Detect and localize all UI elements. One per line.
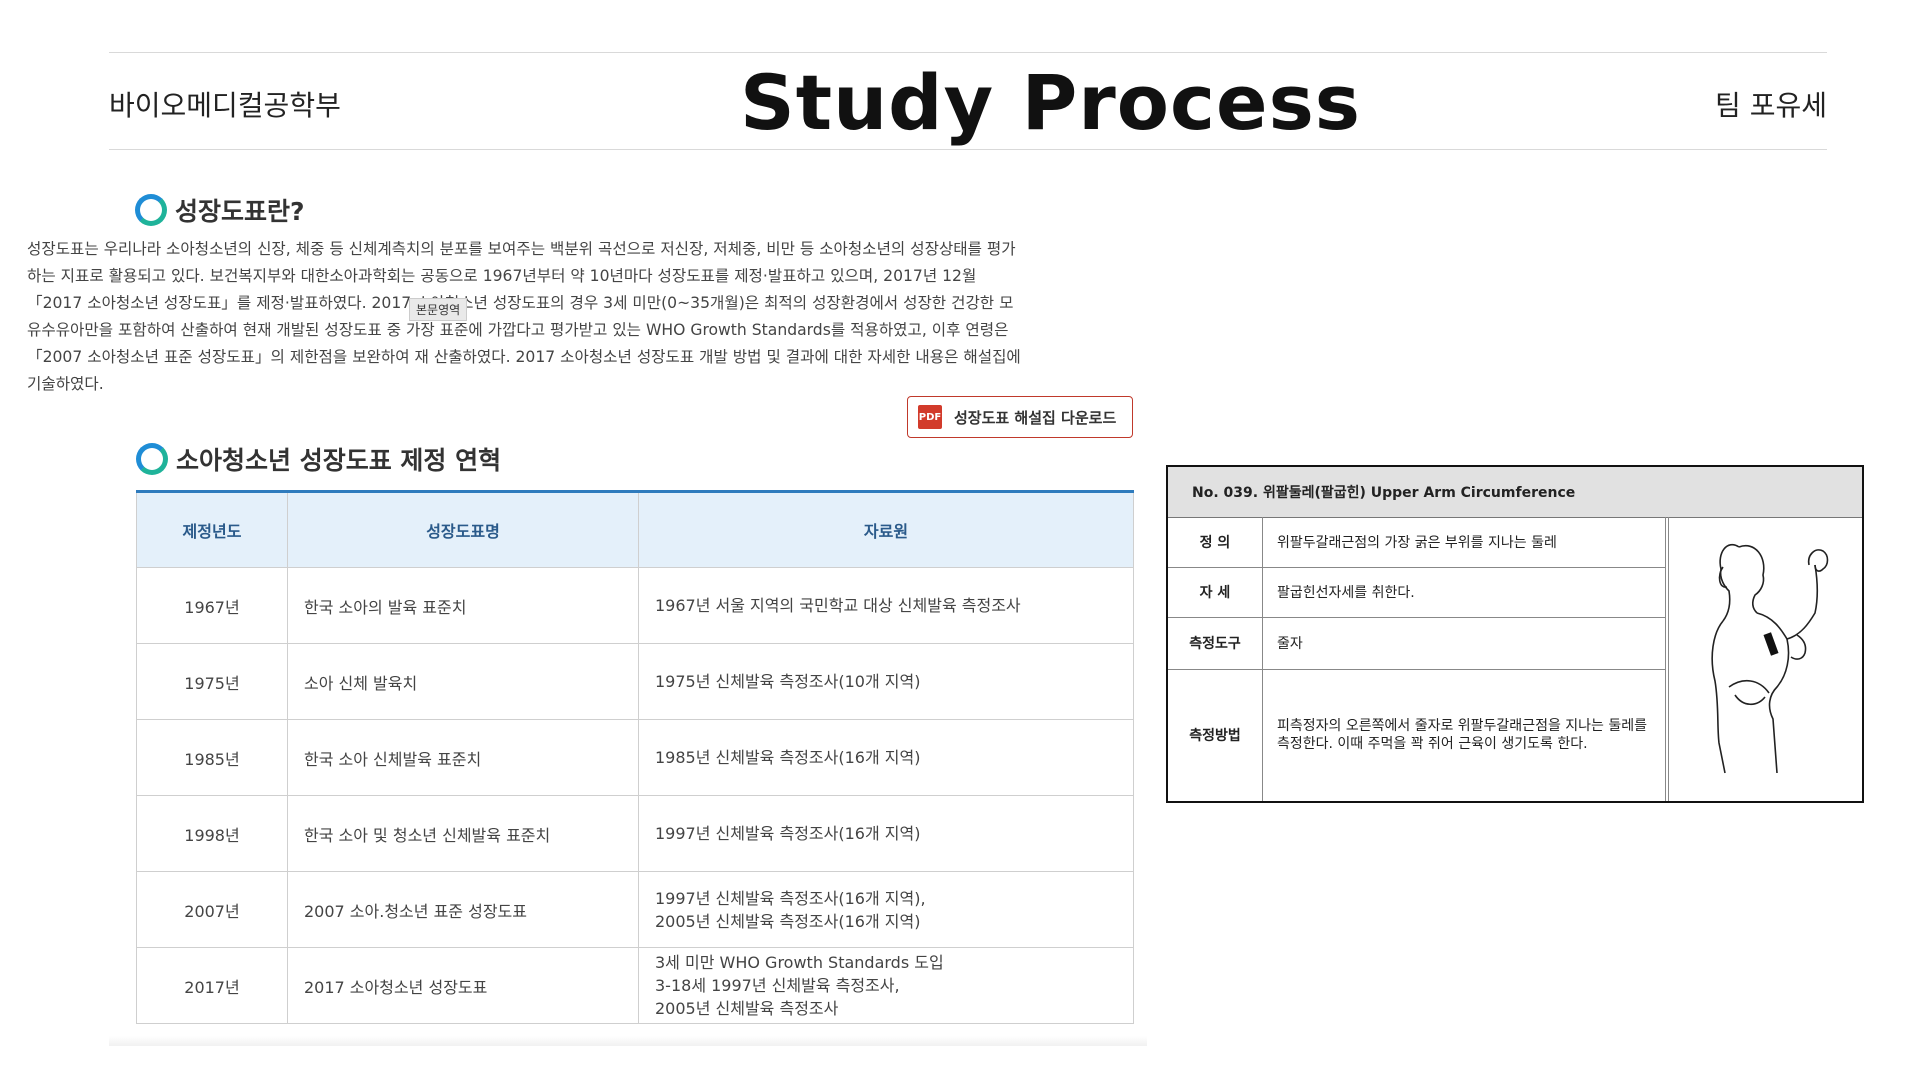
department-label: 바이오메디컬공학부 (109, 89, 341, 122)
cell-source: 1997년 신체발육 측정조사(16개 지역), 2005년 신체발육 측정조사… (638, 871, 1134, 948)
header-bottom-rule (109, 149, 1827, 150)
spec-value: 피측정자의 오른쪽에서 줄자로 위팔두갈래근점을 지나는 둘레를 측정한다. 이… (1262, 669, 1666, 801)
spec-value: 줄자 (1262, 617, 1666, 670)
table-row: 1998년 한국 소아 및 청소년 신체발육 표준치 1997년 신체발육 측정조사… (136, 795, 1134, 872)
cell-chart-name: 소아 신체 발육치 (287, 643, 639, 720)
table-row: 1967년 한국 소아의 발육 표준치 1967년 서울 지역의 국민학교 대상 신… (136, 567, 1134, 644)
spec-table: 정 의 위팔두갈래근점의 가장 굵은 부위를 지나는 둘레 자 세 팔굽힌선자세… (1168, 517, 1666, 801)
cell-chart-name: 한국 소아의 발육 표준치 (287, 567, 639, 644)
section1-header: 성장도표란? (135, 192, 305, 228)
column-header-year: 제정년도 (136, 491, 288, 568)
spec-value: 위팔두갈래근점의 가장 굵은 부위를 지나는 둘레 (1262, 517, 1666, 568)
pdf-icon: PDF (918, 405, 942, 429)
card-title: No. 039. 위팔둘레(팔굽힌) Upper Arm Circumferen… (1168, 467, 1862, 518)
download-guide-button[interactable]: PDF 성장도표 해설집 다운로드 (907, 396, 1133, 438)
spec-row: 측정방법 피측정자의 오른쪽에서 줄자로 위팔두갈래근점을 지나는 둘레를 측정… (1168, 669, 1666, 801)
tape-marker-icon (1763, 632, 1779, 656)
cell-chart-name: 2007 소아.청소년 표준 성장도표 (287, 871, 639, 948)
cell-chart-name: 2017 소아청소년 성장도표 (287, 947, 639, 1024)
cell-year: 2007년 (136, 871, 288, 948)
header-top-rule (109, 52, 1827, 53)
cell-source: 1967년 서울 지역의 국민학교 대상 신체발육 측정조사 (638, 567, 1134, 644)
cell-source: 1975년 신체발육 측정조사(10개 지역) (638, 643, 1134, 720)
table-row: 1975년 소아 신체 발육치 1975년 신체발육 측정조사(10개 지역) (136, 643, 1134, 720)
spec-value: 팔굽힌선자세를 취한다. (1262, 567, 1666, 618)
measurement-card: No. 039. 위팔둘레(팔굽힌) Upper Arm Circumferen… (1166, 465, 1864, 803)
spec-key: 자 세 (1168, 567, 1263, 618)
cell-year: 1967년 (136, 567, 288, 644)
table-row: 1985년 한국 소아 신체발육 표준치 1985년 신체발육 측정조사(16개 지… (136, 719, 1134, 796)
arm-figure-illustration (1711, 544, 1829, 774)
slide-title: Study Process (740, 58, 1362, 147)
spec-key: 측정도구 (1168, 617, 1263, 670)
cell-year: 1975년 (136, 643, 288, 720)
cell-year: 2017년 (136, 947, 288, 1024)
column-header-source: 자료원 (638, 491, 1134, 568)
section2-title: 소아청소년 성장도표 제정 연혁 (176, 446, 502, 475)
cell-source: 1985년 신체발육 측정조사(16개 지역) (638, 719, 1134, 796)
spec-row: 자 세 팔굽힌선자세를 취한다. (1168, 567, 1666, 618)
table-row: 2007년 2007 소아.청소년 표준 성장도표 1997년 신체발육 측정조사(… (136, 871, 1134, 948)
column-header-name: 성장도표명 (287, 491, 639, 568)
cell-chart-name: 한국 소아 및 청소년 신체발육 표준치 (287, 795, 639, 872)
ring-icon (136, 443, 168, 475)
spec-key: 측정방법 (1168, 669, 1263, 801)
table-row: 2017년 2017 소아청소년 성장도표 3세 미만 WHO Growth Sta… (136, 947, 1134, 1024)
download-guide-label: 성장도표 해설집 다운로드 (954, 408, 1117, 427)
intro-paragraph: 성장도표는 우리나라 소아청소년의 신장, 체중 등 신체계측치의 분포를 보여… (27, 240, 1021, 393)
table-header-row: 제정년도 성장도표명 자료원 (136, 491, 1134, 568)
section1-title: 성장도표란? (175, 197, 305, 226)
cell-source: 1997년 신체발육 측정조사(16개 지역) (638, 795, 1134, 872)
cell-year: 1998년 (136, 795, 288, 872)
team-label: 팀 포유세 (1715, 89, 1827, 122)
cell-chart-name: 한국 소아 신체발육 표준치 (287, 719, 639, 796)
spec-row: 측정도구 줄자 (1168, 617, 1666, 670)
spec-row: 정 의 위팔두갈래근점의 가장 굵은 부위를 지나는 둘레 (1168, 517, 1666, 568)
cell-source: 3세 미만 WHO Growth Standards 도입 3-18세 1997… (638, 947, 1134, 1024)
section2-header: 소아청소년 성장도표 제정 연혁 (136, 441, 501, 477)
arm-measurement-figure (1668, 517, 1863, 801)
spec-key: 정 의 (1168, 517, 1263, 568)
tooltip: 본문영역 (409, 298, 468, 321)
cell-year: 1985년 (136, 719, 288, 796)
ring-icon (135, 194, 167, 226)
history-table: 제정년도 성장도표명 자료원 1967년 한국 소아의 발육 표준치 1967년 서… (136, 490, 1134, 1024)
